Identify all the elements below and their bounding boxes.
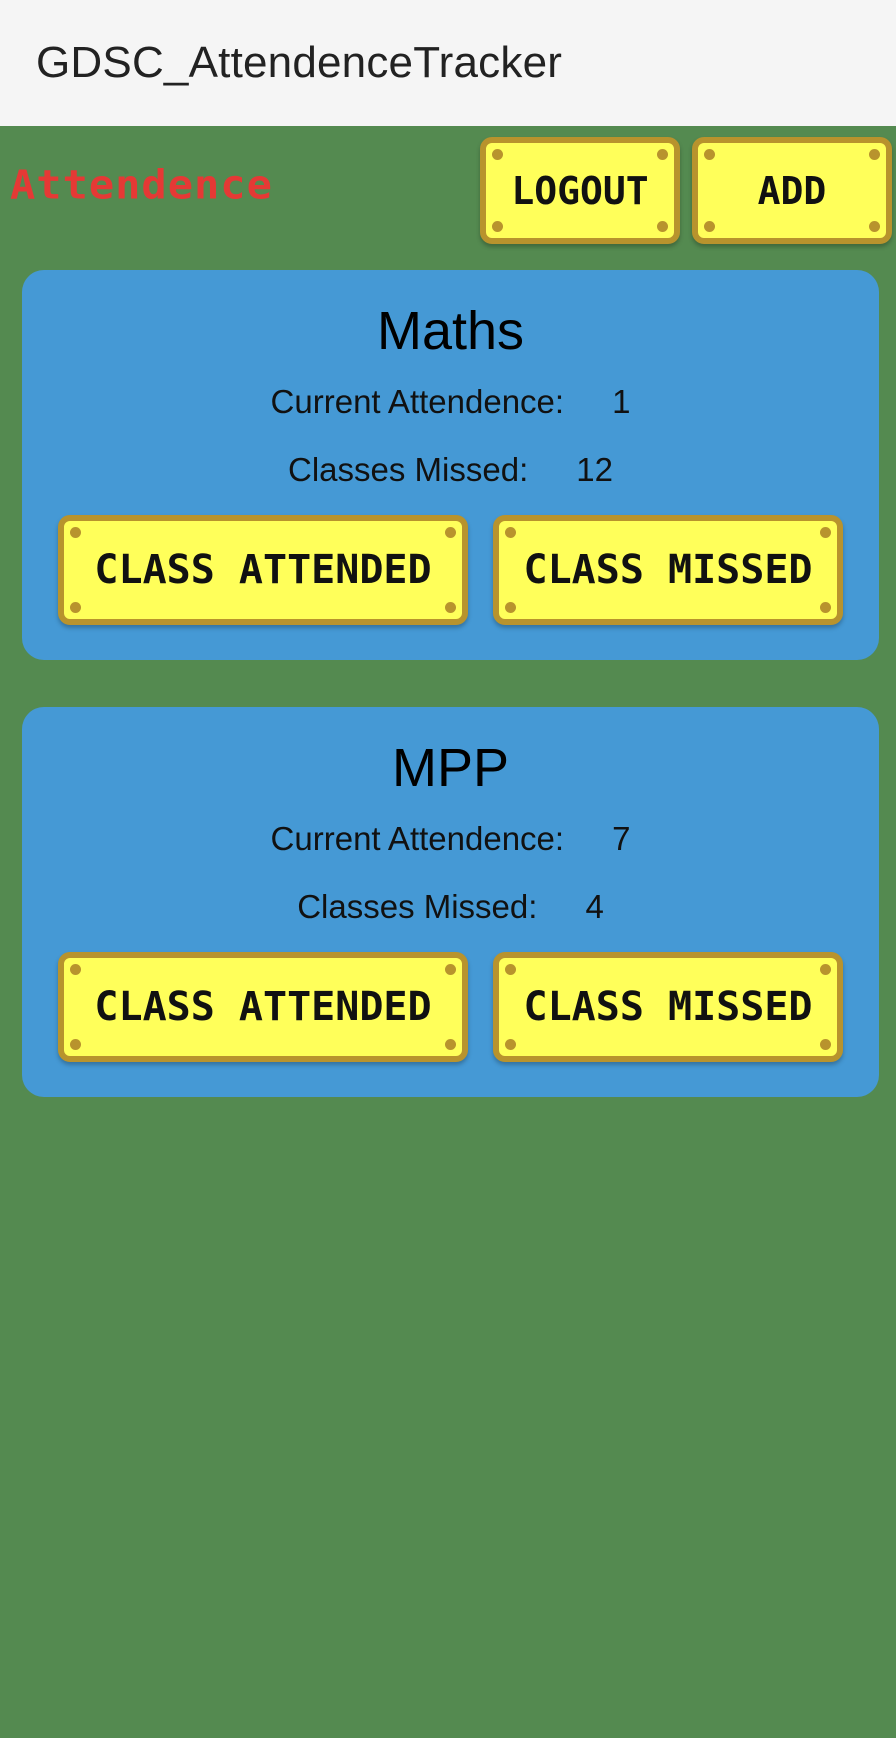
- rivet-icon: [70, 527, 81, 538]
- add-button[interactable]: ADD: [692, 137, 892, 244]
- rivet-icon: [869, 149, 880, 160]
- app-title: GDSC_AttendenceTracker: [36, 38, 563, 87]
- class-attended-button[interactable]: CLASS ATTENDED: [58, 515, 468, 625]
- rivet-icon: [505, 1039, 516, 1050]
- rivet-icon: [657, 149, 668, 160]
- subject-name: MPP: [391, 738, 510, 798]
- subject-card: Maths Current Attendence: 1 Classes Misse…: [22, 270, 879, 660]
- rivet-icon: [70, 964, 81, 975]
- rivet-icon: [820, 602, 831, 613]
- rivet-icon: [492, 221, 503, 232]
- rivet-icon: [70, 1039, 81, 1050]
- logout-button-label: LOGOUT: [511, 168, 649, 213]
- class-attended-label: CLASS ATTENDED: [94, 984, 432, 1030]
- rivet-icon: [820, 1039, 831, 1050]
- attendance-value: 7: [612, 820, 631, 857]
- rivet-icon: [492, 149, 503, 160]
- class-missed-label: CLASS MISSED: [523, 547, 813, 593]
- attendance-value: 1: [612, 383, 631, 420]
- attendance-label: Current Attendence:: [270, 383, 565, 420]
- rivet-icon: [445, 527, 456, 538]
- attendance-row: Current Attendence: 7: [22, 820, 879, 858]
- logout-button[interactable]: LOGOUT: [480, 137, 680, 244]
- rivet-icon: [70, 602, 81, 613]
- rivet-icon: [445, 602, 456, 613]
- rivet-icon: [704, 221, 715, 232]
- class-missed-button[interactable]: CLASS MISSED: [493, 952, 843, 1062]
- class-attended-button[interactable]: CLASS ATTENDED: [58, 952, 468, 1062]
- rivet-icon: [820, 527, 831, 538]
- add-button-label: ADD: [757, 168, 827, 213]
- rivet-icon: [505, 527, 516, 538]
- app-bar: GDSC_AttendenceTracker: [0, 0, 896, 126]
- screen-title: Attendence: [10, 161, 273, 208]
- class-attended-label: CLASS ATTENDED: [94, 547, 432, 593]
- rivet-icon: [505, 602, 516, 613]
- missed-label: Classes Missed:: [288, 451, 529, 488]
- subject-name: Maths: [376, 301, 525, 361]
- rivet-icon: [657, 221, 668, 232]
- rivet-icon: [445, 964, 456, 975]
- rivet-icon: [869, 221, 880, 232]
- attendance-row: Current Attendence: 1: [22, 383, 879, 421]
- rivet-icon: [704, 149, 715, 160]
- attendance-label: Current Attendence:: [270, 820, 565, 857]
- subject-card: MPP Current Attendence: 7 Classes Missed:…: [22, 707, 879, 1097]
- missed-row: Classes Missed: 4: [22, 888, 879, 926]
- missed-value: 12: [576, 451, 613, 488]
- class-missed-label: CLASS MISSED: [523, 984, 813, 1030]
- rivet-icon: [820, 964, 831, 975]
- class-missed-button[interactable]: CLASS MISSED: [493, 515, 843, 625]
- rivet-icon: [445, 1039, 456, 1050]
- missed-value: 4: [585, 888, 604, 925]
- rivet-icon: [505, 964, 516, 975]
- missed-row: Classes Missed: 12: [22, 451, 879, 489]
- missed-label: Classes Missed:: [297, 888, 538, 925]
